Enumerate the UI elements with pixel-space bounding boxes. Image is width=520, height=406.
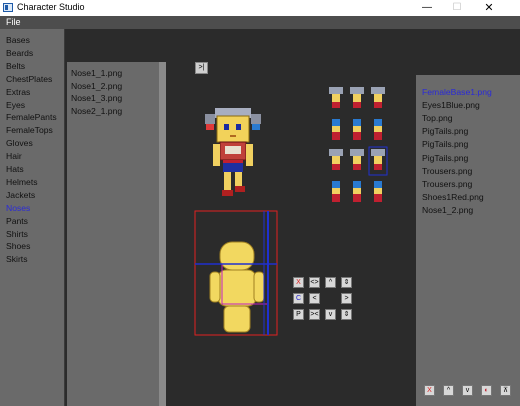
category-item[interactable]: Bases bbox=[6, 35, 30, 45]
category-list: Bases Beards Belts ChestPlates Extras Eyes Fem… bbox=[0, 29, 65, 406]
file-item[interactable]: Nose1_1.png bbox=[71, 68, 122, 78]
title-bar: Character Studio — ☐ ✕ bbox=[0, 0, 520, 16]
sheet-row-1 bbox=[329, 87, 385, 108]
sheet-row-2 bbox=[332, 119, 382, 140]
category-item[interactable]: Pants bbox=[6, 216, 28, 226]
base-head bbox=[219, 241, 255, 271]
character-preview bbox=[205, 108, 261, 196]
shrink-horizontal-button[interactable]: >< bbox=[309, 309, 320, 320]
right-leg bbox=[235, 172, 242, 186]
app-icon bbox=[3, 3, 13, 12]
sprite-sheet[interactable] bbox=[326, 85, 390, 207]
flip-vertical-button[interactable]: ⇕ bbox=[341, 309, 352, 320]
sheet-row-4 bbox=[332, 181, 382, 202]
category-item[interactable]: Belts bbox=[6, 61, 25, 71]
pivot-button[interactable]: P bbox=[293, 309, 304, 320]
menu-bar: File bbox=[0, 16, 520, 29]
move-down-button[interactable]: v bbox=[325, 309, 336, 320]
move-up-button[interactable]: ^ bbox=[325, 277, 336, 288]
right-shoe bbox=[235, 186, 245, 192]
left-hair-tie bbox=[206, 124, 214, 130]
toggle-panel-button[interactable]: >| bbox=[195, 62, 208, 74]
mouth bbox=[230, 135, 236, 137]
layer-editor-canvas[interactable] bbox=[194, 210, 280, 336]
category-item[interactable]: Shirts bbox=[6, 229, 28, 239]
file-list-scrollbar[interactable] bbox=[159, 62, 166, 406]
layer-item[interactable]: PigTails.png bbox=[422, 139, 468, 149]
belt bbox=[223, 160, 243, 163]
layer-down-button[interactable]: v bbox=[462, 385, 473, 396]
file-item[interactable]: Nose2_1.png bbox=[71, 106, 122, 116]
category-item[interactable]: Hats bbox=[6, 164, 24, 174]
category-item[interactable]: Noses bbox=[6, 203, 30, 213]
file-item[interactable]: Nose1_2.png bbox=[71, 81, 122, 91]
right-arm bbox=[246, 144, 253, 166]
color-button[interactable]: C bbox=[293, 293, 304, 304]
menu-file[interactable]: File bbox=[6, 17, 21, 27]
delete-layer-list-button[interactable]: X bbox=[424, 385, 435, 396]
right-hair-tie bbox=[252, 124, 260, 130]
close-button[interactable]: ✕ bbox=[474, 0, 504, 16]
category-item[interactable]: Helmets bbox=[6, 177, 38, 187]
left-eye bbox=[224, 124, 229, 130]
move-right-button[interactable]: > bbox=[341, 293, 352, 304]
delete-layer-button[interactable]: X bbox=[293, 277, 304, 288]
layer-item[interactable]: PigTails.png bbox=[422, 153, 468, 163]
category-item[interactable]: Skirts bbox=[6, 254, 27, 264]
layer-item[interactable]: Eyes1Blue.png bbox=[422, 100, 480, 110]
swap-horizontal-button[interactable]: <> bbox=[309, 277, 320, 288]
maximize-button[interactable]: ☐ bbox=[442, 0, 472, 16]
minimize-button[interactable]: — bbox=[412, 0, 442, 16]
right-eye bbox=[236, 124, 241, 130]
category-item[interactable]: Hair bbox=[6, 151, 22, 161]
category-item[interactable]: Shoes bbox=[6, 241, 30, 251]
layer-item[interactable]: FemaleBase1.png bbox=[422, 87, 492, 97]
color-wheel-button[interactable]: ◐ bbox=[481, 385, 492, 396]
file-list: Nose1_1.png Nose1_2.png Nose1_3.png Nose2_1… bbox=[67, 62, 159, 406]
base-left-arm bbox=[209, 271, 221, 303]
left-arm bbox=[213, 144, 220, 166]
category-item[interactable]: Extras bbox=[6, 87, 30, 97]
face bbox=[216, 115, 250, 143]
left-leg bbox=[224, 172, 231, 190]
layer-item[interactable]: Shoes1Red.png bbox=[422, 192, 484, 202]
file-item[interactable]: Nose1_3.png bbox=[71, 93, 122, 103]
window-title: Character Studio bbox=[17, 2, 85, 12]
layer-item[interactable]: Top.png bbox=[422, 113, 453, 123]
base-right-arm bbox=[253, 271, 265, 303]
chest-detail bbox=[225, 146, 241, 154]
base-torso bbox=[217, 269, 257, 307]
layer-list: X ^ v ◐ ⊼ FemaleBase1.png Eyes1Blue.png To… bbox=[416, 75, 520, 406]
category-item[interactable]: FemalePants bbox=[6, 112, 57, 122]
layer-up-button[interactable]: ^ bbox=[443, 385, 454, 396]
layer-top-button[interactable]: ⊼ bbox=[500, 385, 511, 396]
layer-item[interactable]: Trousers.png bbox=[422, 166, 472, 176]
category-item[interactable]: Beards bbox=[6, 48, 33, 58]
move-vertical-button[interactable]: ⇕ bbox=[341, 277, 352, 288]
category-item[interactable]: FemaleTops bbox=[6, 125, 53, 135]
category-item[interactable]: Eyes bbox=[6, 100, 25, 110]
left-shoe bbox=[222, 190, 233, 196]
right-pigtail bbox=[251, 114, 261, 124]
layer-item[interactable]: PigTails.png bbox=[422, 126, 468, 136]
sheet-row-3 bbox=[329, 146, 388, 176]
base-legs bbox=[223, 305, 251, 333]
left-pigtail bbox=[205, 114, 215, 124]
move-left-button[interactable]: < bbox=[309, 293, 320, 304]
category-item[interactable]: ChestPlates bbox=[6, 74, 52, 84]
category-item[interactable]: Jackets bbox=[6, 190, 35, 200]
layer-item[interactable]: Nose1_2.png bbox=[422, 205, 473, 215]
layer-item[interactable]: Trousers.png bbox=[422, 179, 472, 189]
category-item[interactable]: Gloves bbox=[6, 138, 33, 148]
